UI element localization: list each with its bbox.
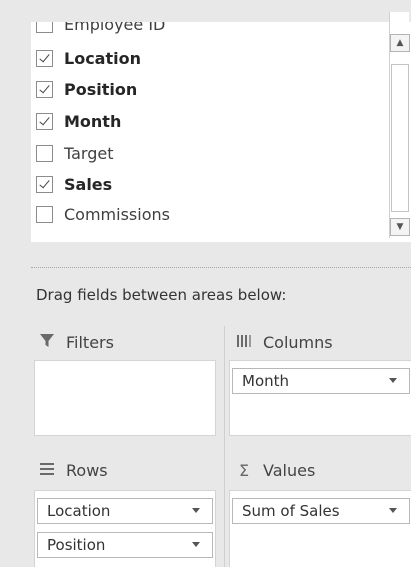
checkbox-checked[interactable]	[36, 49, 53, 67]
checkbox-checked[interactable]	[36, 80, 53, 98]
field-item-sales[interactable]: Sales	[36, 172, 112, 196]
rows-area-header: Rows	[38, 461, 108, 480]
section-divider	[31, 267, 411, 268]
field-list: Employee ID Location Position Month Targ…	[31, 22, 411, 242]
filters-area-header: Filters	[38, 333, 114, 352]
drag-fields-label: Drag fields between areas below:	[36, 286, 287, 304]
field-label: Location	[64, 48, 141, 68]
field-item-target[interactable]: Target	[36, 141, 114, 165]
values-field-sum-of-sales[interactable]: Sum of Sales	[232, 498, 410, 524]
pivot-field-pane: Employee ID Location Position Month Targ…	[0, 0, 411, 567]
checkbox-checked[interactable]	[36, 175, 53, 193]
field-label: Sales	[64, 174, 113, 194]
pill-label: Month	[242, 372, 290, 390]
pill-label: Location	[47, 502, 111, 520]
pill-label: Sum of Sales	[242, 502, 340, 520]
scroll-thumb[interactable]	[391, 64, 409, 212]
filters-area-title: Filters	[66, 333, 114, 352]
values-area-header: Σ Values	[235, 461, 315, 480]
scroll-up-arrow-icon[interactable]: ▲	[390, 34, 410, 52]
checkbox[interactable]	[36, 205, 53, 223]
field-list-scrollbar[interactable]: ▲ ▼	[389, 12, 410, 238]
filters-drop-zone[interactable]	[34, 360, 216, 436]
field-item-position[interactable]: Position	[36, 77, 137, 101]
columns-area-header: Columns	[235, 333, 333, 352]
field-label: Month	[64, 111, 122, 131]
chevron-down-icon[interactable]	[389, 378, 397, 383]
scroll-down-arrow-icon[interactable]: ▼	[390, 218, 410, 236]
field-item-commissions[interactable]: Commissions	[36, 202, 170, 226]
field-item-location[interactable]: Location	[36, 46, 141, 70]
columns-icon	[235, 334, 253, 352]
field-label: Target	[64, 143, 114, 163]
field-item-employee-id[interactable]: Employee ID	[36, 22, 165, 36]
chevron-down-icon[interactable]	[192, 542, 200, 547]
checkbox[interactable]	[36, 22, 53, 33]
rows-area-title: Rows	[66, 461, 108, 480]
field-label: Employee ID	[64, 22, 166, 34]
columns-field-month[interactable]: Month	[232, 368, 410, 394]
rows-field-location[interactable]: Location	[37, 498, 213, 524]
checkbox-checked[interactable]	[36, 112, 53, 130]
field-item-month[interactable]: Month	[36, 109, 121, 133]
filter-icon	[38, 333, 56, 352]
columns-area-title: Columns	[263, 333, 333, 352]
rows-icon	[38, 462, 56, 479]
sigma-icon: Σ	[238, 461, 250, 480]
area-column-divider	[224, 326, 225, 567]
field-label: Commissions	[64, 204, 170, 224]
chevron-down-icon[interactable]	[192, 508, 200, 513]
checkbox[interactable]	[36, 144, 53, 162]
chevron-down-icon[interactable]	[389, 508, 397, 513]
rows-field-position[interactable]: Position	[37, 532, 213, 558]
field-label: Position	[64, 79, 138, 99]
values-area-title: Values	[263, 461, 316, 480]
pill-label: Position	[47, 536, 106, 554]
